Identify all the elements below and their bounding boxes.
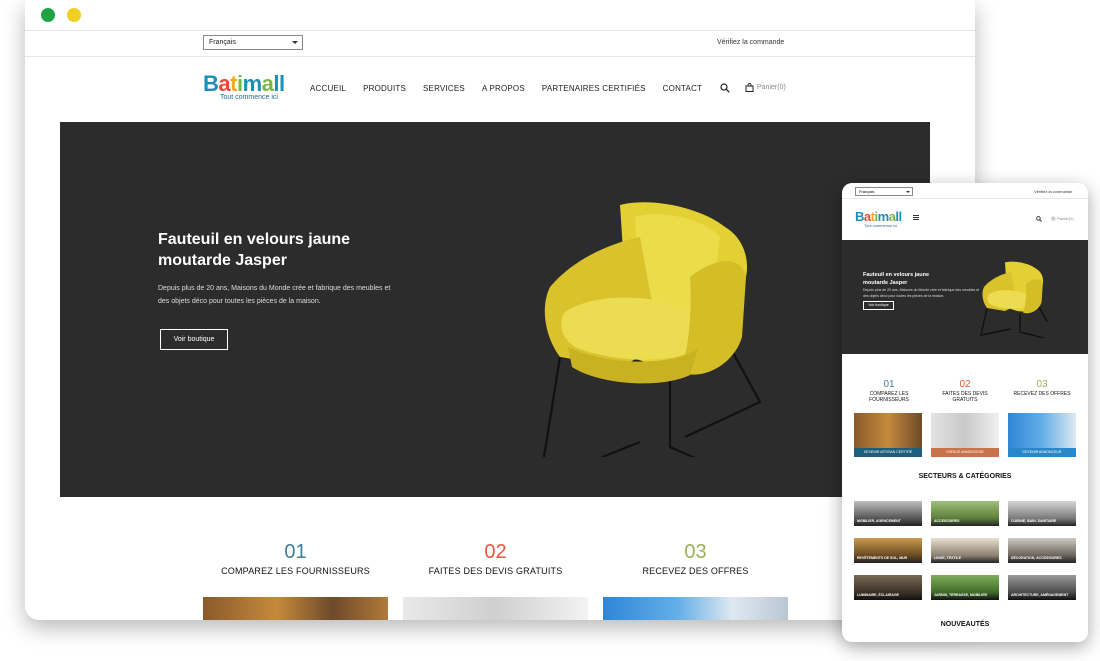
step-number: 03 — [1036, 379, 1048, 390]
sector-tile[interactable]: DÉCORATION, ACCESSOIRES — [1008, 538, 1076, 563]
mobile-language-select[interactable]: Français — [855, 187, 913, 196]
site-header: Batimall Tout commence ici ACCUEIL PRODU… — [25, 57, 975, 122]
hamburger-menu-icon[interactable] — [913, 215, 919, 220]
advertiser-space-card[interactable]: ESPACE ANNONCEUR — [931, 413, 999, 457]
mobile-window: Français Vérifiez la commande Batimall T… — [842, 183, 1088, 642]
sector-tile[interactable]: ACCESSOIRES — [931, 501, 999, 526]
search-icon[interactable] — [720, 83, 730, 93]
artisan-card[interactable]: DEVENIR ARTISAN CERTIFIÉ — [854, 413, 922, 457]
nav-contact[interactable]: CONTACT — [663, 84, 702, 93]
sector-tile[interactable]: LINGE, TEXTILE — [931, 538, 999, 563]
step-3: 03 RECEVEZ DES OFFRES — [603, 540, 788, 620]
mobile-step-2: 02 FAITES DES DEVIS GRATUITS — [930, 379, 1000, 403]
card-label: DEVENIR ARTISAN CERTIFIÉ — [854, 448, 922, 457]
cart-link[interactable]: Panier(0) — [745, 83, 786, 92]
sector-tile[interactable]: CUISINE, BAIN, SANITAIRE — [1008, 501, 1076, 526]
mockup-stage: Français Vérifiez la commande Batimall T… — [0, 0, 1100, 661]
language-select[interactable]: Français — [203, 35, 303, 50]
verify-order-link[interactable]: Vérifiez la commande — [717, 39, 784, 46]
hero-title: Fauteuil en velours jaune moutarde Jaspe… — [863, 272, 930, 286]
mobile-cart-link[interactable]: 🛍︎ Panier(0) — [1051, 216, 1074, 221]
nav-services[interactable]: SERVICES — [423, 84, 465, 93]
new-arrivals-title: NOUVEAUTÉS — [940, 621, 990, 628]
chevron-down-icon — [906, 191, 910, 193]
card-label: DEVENIR ANNONCEUR — [1008, 448, 1076, 457]
logo-tagline: Tout commence ici — [864, 223, 898, 228]
step-label: FAITES DES DEVIS GRATUITS — [428, 566, 563, 576]
steps-section: 01 COMPAREZ LES FOURNISSEURS 02 FAITES D… — [203, 540, 803, 620]
megaphone-man-image — [603, 597, 788, 620]
shopping-bag-icon — [745, 83, 754, 92]
mobile-step-3: 03 RECEVEZ DES OFFRES — [1007, 379, 1077, 397]
nav-accueil[interactable]: ACCUEIL — [310, 84, 346, 93]
chevron-down-icon — [292, 41, 298, 44]
craftsman-tools-image — [203, 597, 388, 620]
logo-tagline: Tout commence ici — [220, 94, 278, 101]
armchair-image — [542, 202, 762, 457]
sectors-title: SECTEURS & CATÉGORIES — [918, 473, 1012, 480]
mobile-hero-banner: Fauteuil en velours jaune moutarde Jaspe… — [842, 240, 1088, 354]
armchair-image — [980, 261, 1048, 338]
hero-banner: Fauteuil en velours jaune moutarde Jasper… — [60, 122, 930, 497]
sector-tile[interactable]: ARCHITECTURE, AMÉNAGEMENT — [1008, 575, 1076, 600]
house-model-image — [403, 597, 588, 620]
desktop-window: Français Vérifiez la commande Batimall T… — [25, 0, 975, 620]
step-1: 01 COMPAREZ LES FOURNISSEURS — [203, 540, 388, 620]
shop-button[interactable]: Voir boutique — [863, 301, 894, 310]
window-green-dot[interactable] — [41, 8, 55, 22]
step-number: 03 — [684, 541, 707, 563]
nav-a-propos[interactable]: A PROPOS — [482, 84, 525, 93]
mobile-top-bar: Français Vérifiez la commande — [842, 183, 1088, 199]
main-nav: ACCUEIL PRODUITS SERVICES A PROPOS PARTE… — [310, 84, 719, 93]
language-value: Français — [859, 189, 875, 194]
top-bar: Français Vérifiez la commande — [25, 30, 975, 57]
step-2: 02 FAITES DES DEVIS GRATUITS — [403, 540, 588, 620]
step-number: 02 — [959, 379, 971, 390]
mobile-verify-order-link[interactable]: Vérifiez la commande — [1034, 189, 1072, 194]
language-value: Français — [209, 39, 236, 46]
mobile-step-1: 01 COMPAREZ LES FOURNISSEURS — [854, 379, 924, 403]
step-number: 02 — [484, 541, 507, 563]
step-label: COMPAREZ LES FOURNISSEURS — [221, 566, 370, 576]
cart-label: Panier(0) — [757, 84, 786, 91]
shopping-bag-icon: 🛍︎ — [1051, 216, 1057, 221]
sector-tile[interactable]: LUMINAIRE, ÉCLAIRAGE — [854, 575, 922, 600]
nav-partenaires[interactable]: PARTENAIRES CERTIFIÉS — [542, 84, 646, 93]
mobile-logo[interactable]: Batimall Tout commence ici — [855, 210, 902, 228]
hero-title: Fauteuil en velours jaune moutarde Jasper — [158, 231, 351, 269]
become-advertiser-card[interactable]: DEVENIR ANNONCEUR — [1008, 413, 1076, 457]
nav-produits[interactable]: PRODUITS — [363, 84, 406, 93]
window-yellow-dot[interactable] — [67, 8, 81, 22]
sector-tile[interactable]: JARDIN, TERRASSE, MOBILIER — [931, 575, 999, 600]
step-label: RECEVEZ DES OFFRES — [1013, 391, 1071, 397]
step-number: 01 — [284, 541, 307, 563]
sector-tile[interactable]: REVÊTEMENTS DE SOL, MUR — [854, 538, 922, 563]
shop-button[interactable]: Voir boutique — [160, 329, 228, 350]
site-logo[interactable]: Batimall Tout commence ici — [203, 73, 298, 103]
step-label: COMPAREZ LES FOURNISSEURS — [869, 391, 909, 403]
search-icon[interactable] — [1036, 216, 1042, 222]
hero-text: Depuis plus de 20 ans, Maisons du Monde … — [863, 288, 980, 298]
hero-text: Depuis plus de 20 ans, Maisons du Monde … — [158, 285, 391, 305]
step-label: FAITES DES DEVIS GRATUITS — [942, 391, 988, 403]
step-label: RECEVEZ DES OFFRES — [642, 566, 749, 576]
sector-tile[interactable]: MOBILIER, AGENCEMENT — [854, 501, 922, 526]
card-label: ESPACE ANNONCEUR — [931, 448, 999, 457]
step-number: 01 — [883, 379, 895, 390]
cart-label: Panier(0) — [1057, 216, 1074, 221]
